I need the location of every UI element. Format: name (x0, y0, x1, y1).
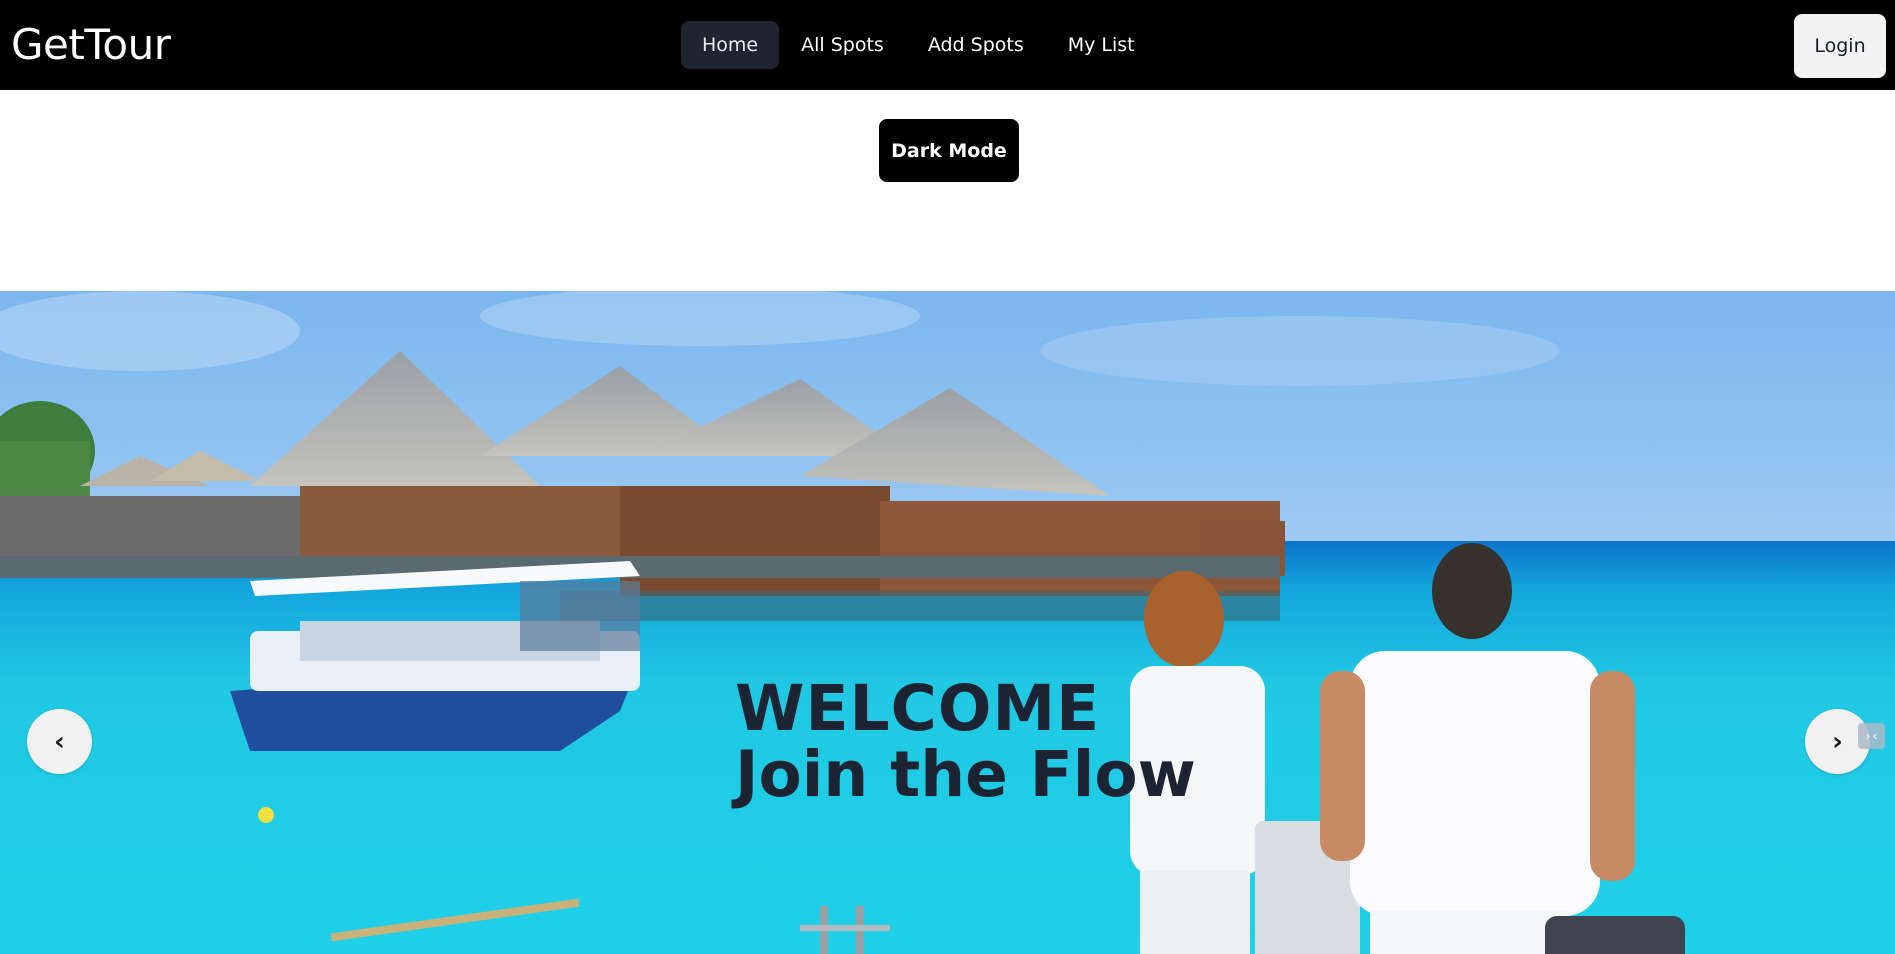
login-button[interactable]: Login (1794, 14, 1886, 78)
chevron-right-icon: › (1832, 726, 1843, 757)
nav-all-spots[interactable]: All Spots (779, 21, 906, 69)
nav-home[interactable]: Home (681, 21, 780, 69)
hero-carousel: WELCOME Join the Flow ‹ › ›‹ (0, 291, 1895, 954)
top-navbar: GetTour Home All Spots Add Spots My List… (0, 0, 1895, 90)
nav-my-list[interactable]: My List (1046, 21, 1157, 69)
collapse-widget-icon[interactable]: ›‹ (1858, 723, 1885, 749)
hero-headline: WELCOME Join the Flow (735, 676, 1196, 808)
hero-image (0, 291, 1895, 954)
nav-add-spots[interactable]: Add Spots (906, 21, 1046, 69)
nav-links: Home All Spots Add Spots My List (681, 21, 1157, 69)
chevron-left-icon: ‹ (54, 726, 65, 757)
carousel-prev-button[interactable]: ‹ (27, 709, 92, 774)
hero-subtitle: Join the Flow (735, 738, 1196, 811)
dark-mode-button[interactable]: Dark Mode (879, 119, 1019, 182)
hero-title: WELCOME (735, 672, 1101, 745)
brand-logo[interactable]: GetTour (11, 20, 171, 70)
